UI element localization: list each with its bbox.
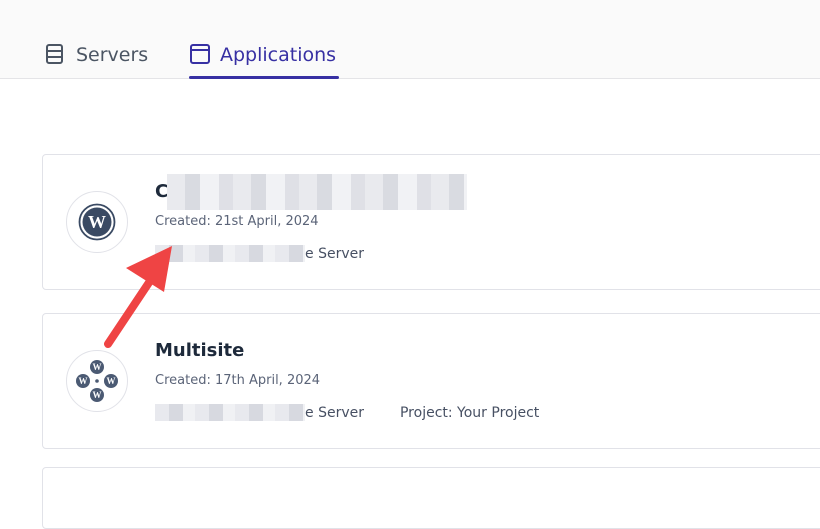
- wordpress-icon: W: [66, 191, 128, 253]
- window-icon: [189, 42, 210, 66]
- server-icon: [45, 42, 65, 66]
- svg-text:W: W: [93, 362, 102, 372]
- application-meta: e Server Project: Your Project: [155, 404, 539, 421]
- tabs-bar: Servers Applications: [0, 0, 820, 79]
- created-date: Created: 21st April, 2024: [155, 214, 319, 229]
- svg-text:W: W: [93, 390, 102, 400]
- redacted-server: [155, 245, 305, 262]
- server-label: e Server: [305, 404, 364, 421]
- tab-applications[interactable]: Applications: [189, 42, 336, 78]
- tab-servers[interactable]: Servers: [45, 42, 148, 78]
- tab-servers-label: Servers: [76, 44, 149, 66]
- server-label: e Server: [305, 245, 364, 262]
- svg-text:W: W: [88, 212, 106, 232]
- wordpress-multisite-icon: W W W W: [66, 350, 128, 412]
- application-name[interactable]: Multisite: [155, 340, 244, 361]
- active-tab-underline: [189, 76, 339, 79]
- redacted-name: [167, 174, 467, 210]
- created-date: Created: 17th April, 2024: [155, 373, 321, 388]
- project-label: Project: Your Project: [399, 404, 540, 421]
- application-card[interactable]: W C Created: 21st April, 2024 e Server: [42, 154, 820, 290]
- application-meta: e Server: [155, 245, 364, 262]
- application-card[interactable]: W W W W Multisite Created: 17th April, 2…: [42, 313, 820, 449]
- redacted-server: [155, 404, 305, 421]
- svg-text:W: W: [107, 376, 116, 386]
- application-card[interactable]: [42, 467, 820, 529]
- svg-text:W: W: [79, 376, 88, 386]
- tab-applications-label: Applications: [220, 44, 337, 66]
